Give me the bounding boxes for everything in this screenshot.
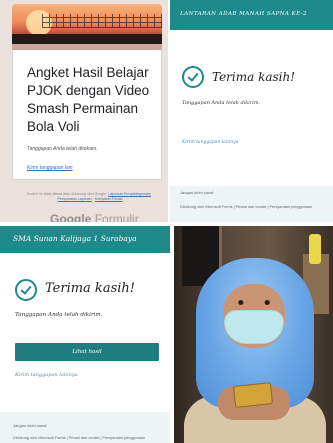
- form-header-title: SMA Sunan Kalijaga 1 Surabaya: [13, 234, 137, 243]
- response-submitted-text: Tanggapan Anda telah dikirim.: [15, 312, 103, 318]
- logo-product: Formulir: [94, 212, 139, 222]
- submit-another-link[interactable]: Kirim tanggapan lain: [27, 165, 73, 171]
- thank-you-panel-top: LANTARAN ADAB MANAH SAPNA KE-2 Terima ka…: [170, 0, 333, 222]
- volleyball-sunset-banner: [12, 4, 162, 44]
- thank-you-panel-bottom: SMA Sunan Kalijaga 1 Surabaya Terima kas…: [0, 226, 170, 443]
- powered-by-text: Didukung oleh Microsoft Forms | Privasi …: [13, 436, 146, 440]
- logo-brand: Google: [50, 212, 92, 222]
- submit-another-link[interactable]: Kirim tanggapan lainnya: [182, 140, 238, 145]
- beach-ground: [12, 34, 162, 44]
- smartphone: [232, 382, 274, 408]
- face-mask: [224, 310, 284, 344]
- response-submitted-text: Tanggapan Anda telah dikirim.: [182, 100, 261, 106]
- bottle: [309, 234, 321, 264]
- footer-disclaimer: Konten ini tidak dibuat atau didukung ol…: [26, 192, 108, 196]
- eyes: [232, 300, 276, 305]
- volleyball-net: [42, 14, 162, 28]
- google-form-panel: Angket Hasil Belajar PJOK dengan Video S…: [0, 0, 168, 222]
- form-header-title: LANTARAN ADAB MANAH SAPNA KE-2: [180, 11, 308, 17]
- privacy-link[interactable]: Kebijakan Privasi: [95, 197, 123, 201]
- thank-you-heading: Terima kasih!: [212, 70, 296, 84]
- submit-another-link[interactable]: Kirim tanggapan lainnya: [15, 372, 78, 378]
- check-circle-icon: [15, 279, 37, 301]
- form-header: LANTARAN ADAB MANAH SAPNA KE-2: [170, 0, 333, 30]
- never-share-password-text: Jangan kirim sandi: [180, 190, 214, 195]
- never-share-password-text: Jangan kirim sandi: [13, 423, 47, 428]
- form-footer: Konten ini tidak dibuat atau didukung ol…: [26, 192, 154, 201]
- form-title: Angket Hasil Belajar PJOK dengan Video S…: [27, 65, 150, 134]
- terms-link[interactable]: Persyaratan Layanan: [58, 197, 92, 201]
- form-header: SMA Sunan Kalijaga 1 Surabaya: [0, 226, 170, 253]
- response-recorded-text: Tanggapan Anda telah direkam.: [27, 146, 98, 152]
- form-card: Angket Hasil Belajar PJOK dengan Video S…: [12, 50, 162, 180]
- powered-by-text: Didukung oleh Microsoft Forms | Privasi …: [180, 205, 313, 209]
- view-results-button[interactable]: Lihat hasil: [15, 343, 159, 361]
- thank-you-heading: Terima kasih!: [45, 281, 135, 296]
- report-abuse-link[interactable]: Laporkan Penyalahgunaan: [108, 192, 151, 196]
- student-photo: [174, 226, 333, 443]
- check-circle-icon: [182, 66, 204, 88]
- google-forms-logo: Google Formulir: [50, 212, 139, 222]
